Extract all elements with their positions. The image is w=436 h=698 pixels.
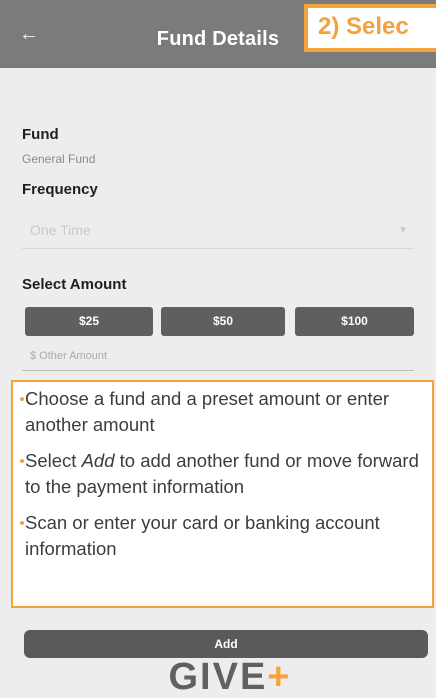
chevron-down-icon: ▼ — [398, 225, 408, 236]
frequency-select[interactable]: One Time ▼ — [22, 216, 414, 249]
frequency-label: Frequency — [22, 181, 98, 198]
select-amount-label: Select Amount — [22, 276, 127, 293]
instruction-2-prefix: Select — [25, 450, 82, 471]
other-amount-placeholder: $ Other Amount — [30, 350, 108, 362]
fund-label: Fund — [22, 126, 59, 143]
add-button[interactable]: Add — [24, 630, 428, 658]
bullet-dot-icon — [20, 459, 24, 463]
instruction-2-add-word: Add — [81, 450, 115, 471]
frequency-value: One Time — [30, 222, 91, 238]
instruction-text-1: Choose a fund and a preset amount or ent… — [25, 388, 390, 435]
logo-text: GIVE — [168, 656, 268, 698]
instruction-item: Choose a fund and a preset amount or ent… — [20, 386, 419, 438]
instruction-text-2: Select Add to add another fund or move f… — [25, 448, 419, 500]
instructions-callout: Choose a fund and a preset amount or ent… — [11, 380, 434, 608]
bullet-dot-icon — [20, 521, 24, 525]
instruction-item: Select Add to add another fund or move f… — [20, 448, 419, 500]
other-amount-input[interactable]: $ Other Amount — [22, 344, 414, 371]
instruction-item: Scan or enter your card or banking accou… — [20, 510, 419, 562]
bullet-dot-icon — [20, 397, 24, 401]
logo-plus: + — [267, 656, 292, 698]
amount-50-button[interactable]: $50 — [161, 307, 285, 336]
step-callout: 2) Selec — [304, 4, 436, 52]
instruction-text-3: Scan or enter your card or banking accou… — [25, 512, 380, 559]
give-plus-logo: GIVE+ — [120, 658, 340, 696]
fund-value: General Fund — [22, 152, 96, 166]
amount-25-button[interactable]: $25 — [25, 307, 153, 336]
amount-100-button[interactable]: $100 — [295, 307, 414, 336]
